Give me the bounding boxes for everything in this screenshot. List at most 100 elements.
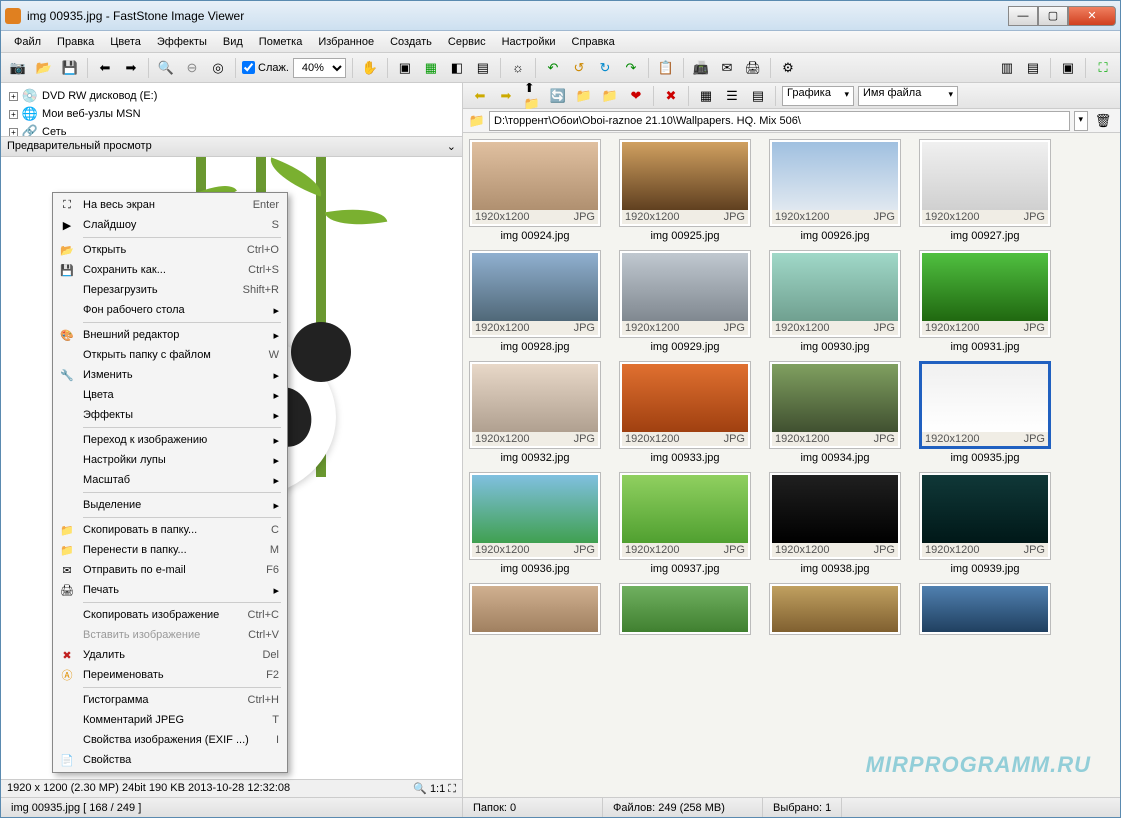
ctx-Переход к изображению[interactable]: Переход к изображению▸ bbox=[55, 430, 285, 450]
undo-icon[interactable]: ↺ bbox=[568, 57, 590, 79]
canvas-icon[interactable]: ▤ bbox=[472, 57, 494, 79]
settings-icon[interactable]: ⚙ bbox=[777, 57, 799, 79]
nav-fav-icon[interactable]: ❤ bbox=[625, 85, 647, 107]
view-mode-select[interactable]: Графика bbox=[782, 86, 854, 106]
tree-item[interactable]: +💿DVD RW дисковод (E:) bbox=[9, 87, 454, 105]
ctx-Свойства изображения (EXIF ...)[interactable]: Свойства изображения (EXIF ...)I bbox=[55, 730, 285, 750]
nav-delete-icon[interactable]: ✖ bbox=[660, 85, 682, 107]
nav-refresh-icon[interactable]: 🔄 bbox=[547, 85, 569, 107]
thumbnail-grid[interactable]: 1920x1200JPGimg 00924.jpg1920x1200JPGimg… bbox=[463, 133, 1120, 797]
rotate-right-icon[interactable]: ↷ bbox=[620, 57, 642, 79]
thumbnail[interactable] bbox=[919, 583, 1051, 635]
ctx-Перезагрузить[interactable]: ПерезагрузитьShift+R bbox=[55, 280, 285, 300]
thumbnail[interactable]: 1920x1200JPGimg 00931.jpg bbox=[919, 250, 1051, 353]
path-input[interactable]: D:\торрент\Обои\Oboi-raznoe 21.10\Wallpa… bbox=[489, 111, 1070, 131]
thumbnail[interactable]: 1920x1200JPGimg 00927.jpg bbox=[919, 139, 1051, 242]
thumbnail[interactable]: 1920x1200JPGimg 00934.jpg bbox=[769, 361, 901, 464]
crop-icon[interactable]: ▦ bbox=[420, 57, 442, 79]
recycle-icon[interactable]: 🗑 bbox=[1092, 110, 1114, 132]
menu-Справка[interactable]: Справка bbox=[565, 33, 622, 51]
ctx-Цвета[interactable]: Цвета▸ bbox=[55, 385, 285, 405]
path-history[interactable] bbox=[1074, 111, 1088, 131]
resize-icon[interactable]: ◧ bbox=[446, 57, 468, 79]
tree-item[interactable]: +🌐Мои веб-узлы MSN bbox=[9, 105, 454, 123]
ctx-Изменить[interactable]: 🔧Изменить▸ bbox=[55, 365, 285, 385]
thumbnail[interactable] bbox=[619, 583, 751, 635]
view-list-icon[interactable]: ☰ bbox=[721, 85, 743, 107]
menu-Файл[interactable]: Файл bbox=[7, 33, 48, 51]
ctx-Комментарий JPEG[interactable]: Комментарий JPEGT bbox=[55, 710, 285, 730]
menu-Правка[interactable]: Правка bbox=[50, 33, 101, 51]
menu-Создать[interactable]: Создать bbox=[383, 33, 439, 51]
tree-item[interactable]: +🔗Сеть bbox=[9, 123, 454, 137]
ctx-Настройки лупы[interactable]: Настройки лупы▸ bbox=[55, 450, 285, 470]
ctx-Скопировать в папку...[interactable]: 📁Скопировать в папку...C bbox=[55, 520, 285, 540]
zoom-select[interactable]: 40% bbox=[293, 58, 346, 78]
thumbnail[interactable]: 1920x1200JPGimg 00929.jpg bbox=[619, 250, 751, 353]
menu-Настройки[interactable]: Настройки bbox=[495, 33, 563, 51]
zoom-actual-icon[interactable]: ◎ bbox=[207, 57, 229, 79]
print-icon[interactable]: 🖨 bbox=[742, 57, 764, 79]
hand-icon[interactable]: ✋ bbox=[359, 57, 381, 79]
menu-Вид[interactable]: Вид bbox=[216, 33, 250, 51]
view-details-icon[interactable]: ▤ bbox=[747, 85, 769, 107]
nav-up-icon[interactable]: ⬆📁 bbox=[521, 85, 543, 107]
rotate-left-icon[interactable]: ↶ bbox=[542, 57, 564, 79]
layout3-icon[interactable]: ▣ bbox=[1057, 57, 1079, 79]
nav-newfolder-icon[interactable]: 📁 bbox=[599, 85, 621, 107]
maximize-button[interactable]: ▢ bbox=[1038, 6, 1068, 26]
clipboard-icon[interactable]: 📋 bbox=[655, 57, 677, 79]
menu-Пометка[interactable]: Пометка bbox=[252, 33, 310, 51]
thumbnail[interactable]: 1920x1200JPGimg 00933.jpg bbox=[619, 361, 751, 464]
ctx-Открыть[interactable]: 📂ОткрытьCtrl+O bbox=[55, 240, 285, 260]
thumbnail[interactable]: 1920x1200JPGimg 00939.jpg bbox=[919, 472, 1051, 575]
sort-select[interactable]: Имя файла bbox=[858, 86, 958, 106]
ctx-Отправить по e-mail[interactable]: ✉Отправить по e-mailF6 bbox=[55, 560, 285, 580]
thumbnail[interactable]: 1920x1200JPGimg 00935.jpg bbox=[919, 361, 1051, 464]
thumbnail[interactable]: 1920x1200JPGimg 00937.jpg bbox=[619, 472, 751, 575]
ctx-Открыть папку с файлом[interactable]: Открыть папку с файломW bbox=[55, 345, 285, 365]
menu-Цвета[interactable]: Цвета bbox=[103, 33, 148, 51]
select-icon[interactable]: ▣ bbox=[394, 57, 416, 79]
zoom-in-icon[interactable]: 🔍 bbox=[155, 57, 177, 79]
thumbnail[interactable]: 1920x1200JPGimg 00936.jpg bbox=[469, 472, 601, 575]
ctx-Переименовать[interactable]: ⒶПереименоватьF2 bbox=[55, 665, 285, 685]
collapse-icon[interactable]: ⌄ bbox=[447, 140, 456, 153]
ctx-Свойства[interactable]: 📄Свойства bbox=[55, 750, 285, 770]
ctx-Перенести в папку...[interactable]: 📁Перенести в папку...M bbox=[55, 540, 285, 560]
smooth-checkbox[interactable]: Слаж. bbox=[242, 61, 289, 74]
ctx-Скопировать изображение[interactable]: Скопировать изображениеCtrl+C bbox=[55, 605, 285, 625]
menu-Сервис[interactable]: Сервис bbox=[441, 33, 493, 51]
folder-tree[interactable]: +💿DVD RW дисковод (E:)+🌐Мои веб-узлы MSN… bbox=[1, 83, 462, 137]
ctx-Удалить[interactable]: ✖УдалитьDel bbox=[55, 645, 285, 665]
thumbnail[interactable] bbox=[769, 583, 901, 635]
thumbnail[interactable] bbox=[469, 583, 601, 635]
next-icon[interactable]: ➡ bbox=[120, 57, 142, 79]
nav-back-icon[interactable]: ⬅ bbox=[469, 85, 491, 107]
email-icon[interactable]: ✉ bbox=[716, 57, 738, 79]
ctx-Фон рабочего стола[interactable]: Фон рабочего стола▸ bbox=[55, 300, 285, 320]
thumbnail[interactable]: 1920x1200JPGimg 00938.jpg bbox=[769, 472, 901, 575]
ctx-Печать[interactable]: 🖨Печать▸ bbox=[55, 580, 285, 600]
prev-icon[interactable]: ⬅ bbox=[94, 57, 116, 79]
thumbnail[interactable]: 1920x1200JPGimg 00932.jpg bbox=[469, 361, 601, 464]
layout1-icon[interactable]: ▥ bbox=[996, 57, 1018, 79]
context-menu[interactable]: ⛶На весь экранEnter▶СлайдшоуS📂ОткрытьCtr… bbox=[52, 192, 288, 773]
redo-icon[interactable]: ↻ bbox=[594, 57, 616, 79]
thumbnail[interactable]: 1920x1200JPGimg 00928.jpg bbox=[469, 250, 601, 353]
open-icon[interactable]: 📂 bbox=[33, 57, 55, 79]
ctx-Эффекты[interactable]: Эффекты▸ bbox=[55, 405, 285, 425]
close-button[interactable]: ✕ bbox=[1068, 6, 1116, 26]
layout2-icon[interactable]: ▤ bbox=[1022, 57, 1044, 79]
thumbnail[interactable]: 1920x1200JPGimg 00924.jpg bbox=[469, 139, 601, 242]
thumbnail[interactable]: 1920x1200JPGimg 00930.jpg bbox=[769, 250, 901, 353]
ctx-На весь экран[interactable]: ⛶На весь экранEnter bbox=[55, 195, 285, 215]
thumbnail[interactable]: 1920x1200JPGimg 00926.jpg bbox=[769, 139, 901, 242]
menu-Эффекты[interactable]: Эффекты bbox=[150, 33, 214, 51]
acquire-icon[interactable]: 📷 bbox=[7, 57, 29, 79]
view-thumbs-icon[interactable]: ▦ bbox=[695, 85, 717, 107]
menu-Избранное[interactable]: Избранное bbox=[311, 33, 381, 51]
ctx-Выделение[interactable]: Выделение▸ bbox=[55, 495, 285, 515]
scan-icon[interactable]: 📠 bbox=[690, 57, 712, 79]
nav-fwd-icon[interactable]: ➡ bbox=[495, 85, 517, 107]
